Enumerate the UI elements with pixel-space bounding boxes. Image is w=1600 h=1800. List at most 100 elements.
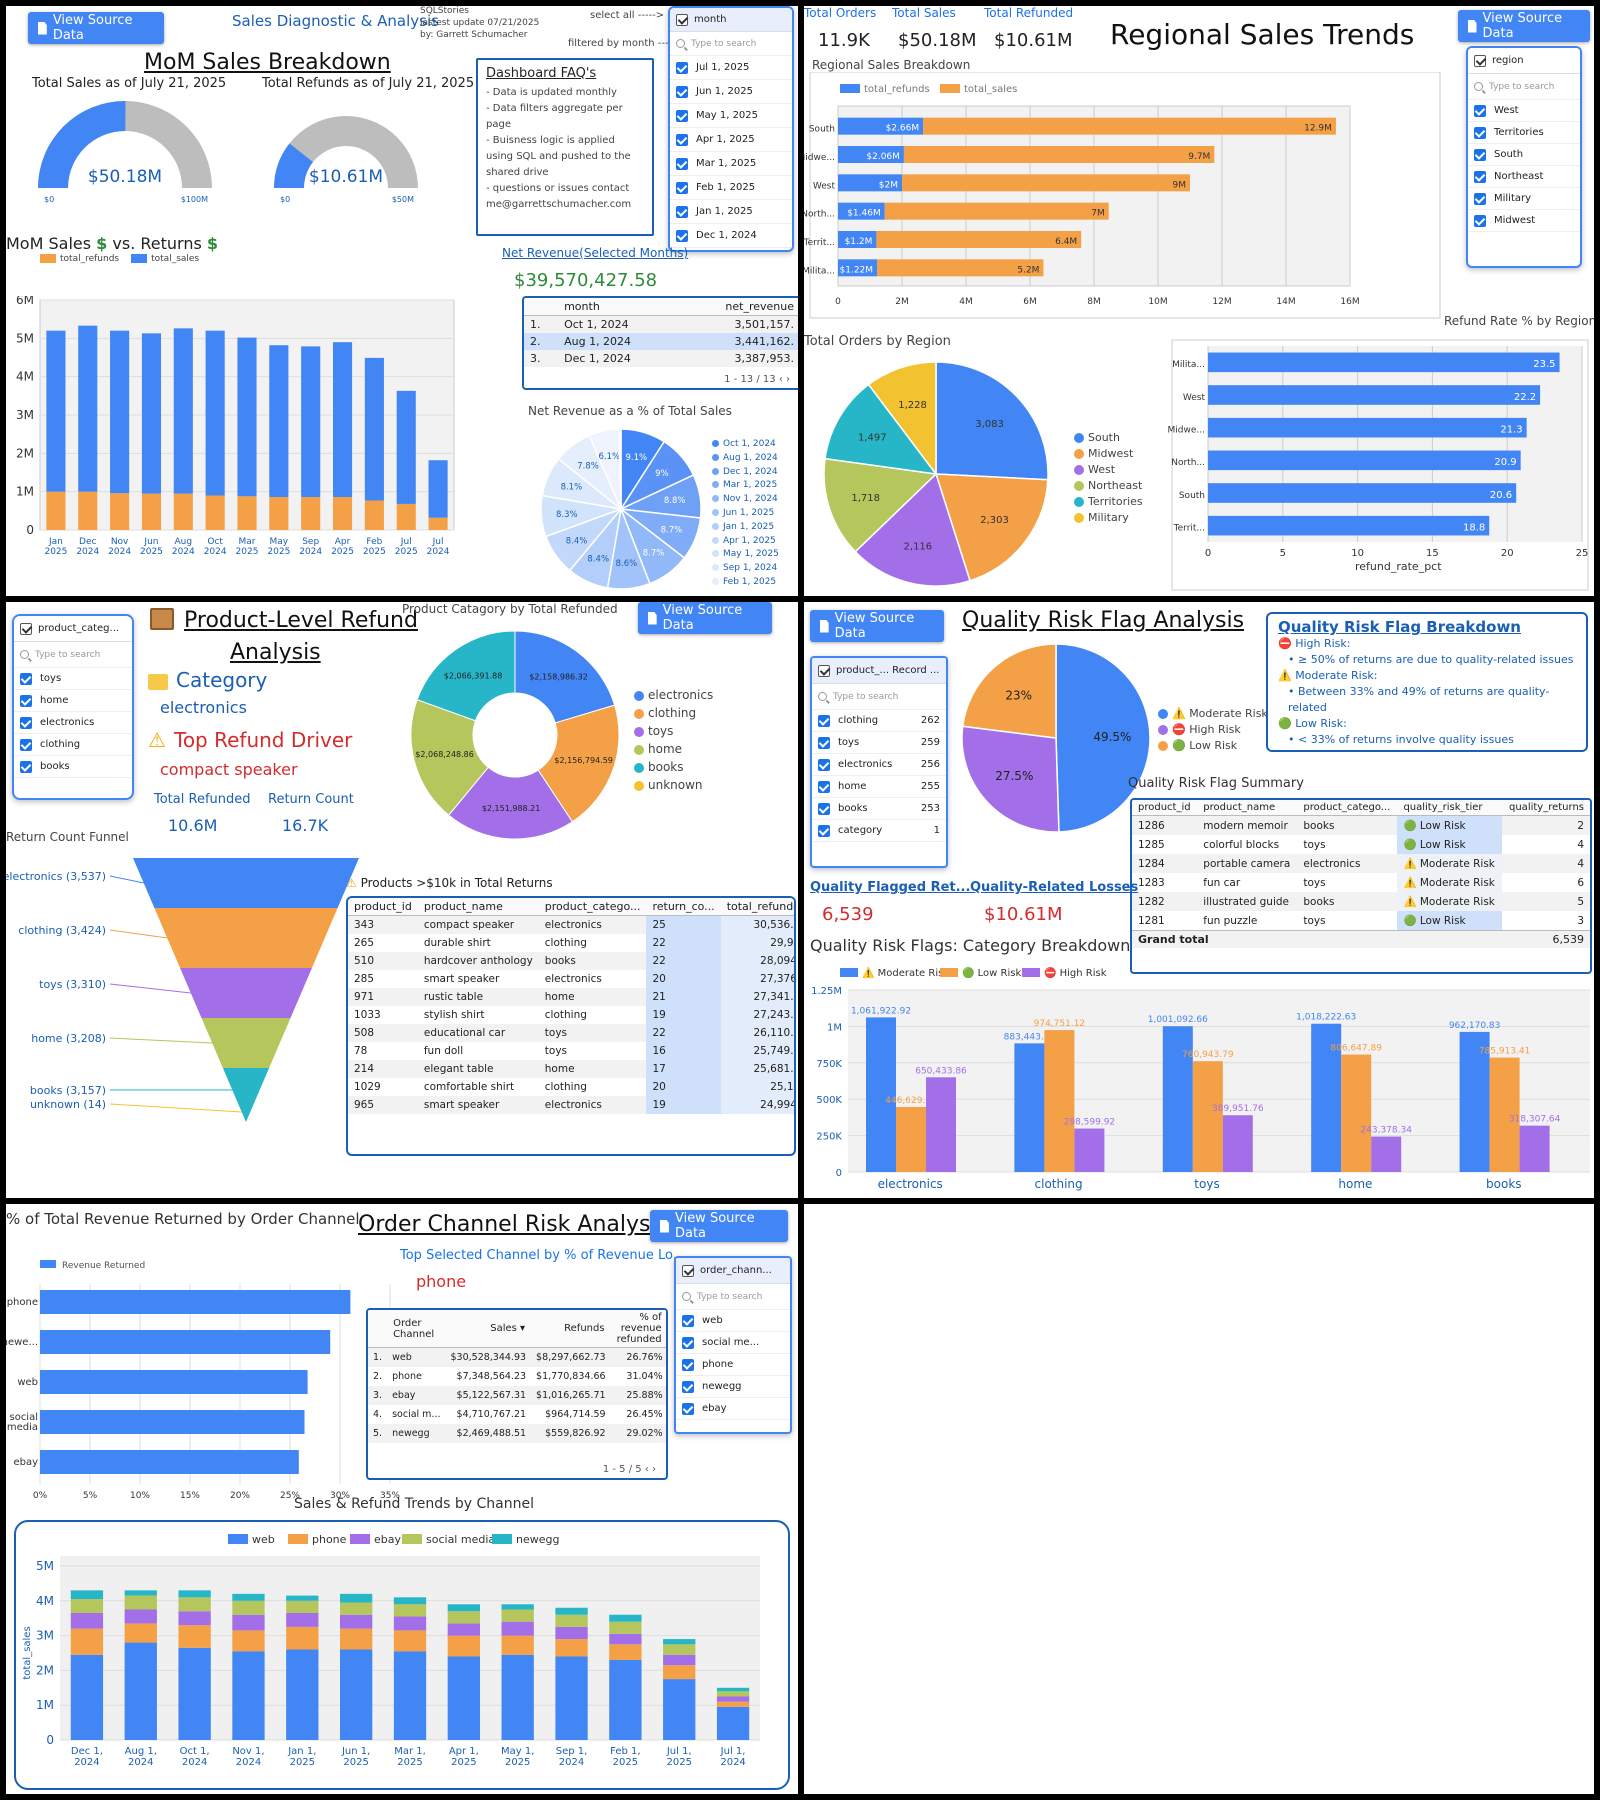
checkbox[interactable] [682, 1380, 694, 1393]
table-row[interactable]: 1. Oct 1, 2024 3,501,157. [524, 315, 798, 333]
checkbox[interactable] [676, 205, 688, 218]
table-row[interactable]: 285 smart speaker electronics 2027,376.1 [348, 970, 794, 988]
table-row[interactable]: 265 durable shirt clothing 2229,997 [348, 934, 794, 952]
select-all-checkbox[interactable] [682, 1264, 694, 1277]
checkbox[interactable] [1474, 126, 1486, 139]
checkbox[interactable] [818, 736, 830, 749]
table-row[interactable]: 4. social m... $4,710,767.21 $964,714.59 26.… [368, 1405, 666, 1424]
checkbox[interactable] [1474, 148, 1486, 161]
view-source-button[interactable]: View Source Data [28, 12, 164, 44]
column-header[interactable]: product_id [348, 898, 418, 916]
view-source-button[interactable]: View Source Data [650, 1210, 788, 1242]
table-row[interactable]: 1283 fun car toys ⚠️ Moderate Risk 6 [1132, 873, 1590, 892]
channel-filter-search[interactable]: Type to search [676, 1284, 790, 1310]
category-filter[interactable]: product_categ... Type to search toys home… [12, 614, 134, 800]
checkbox[interactable] [818, 714, 830, 727]
channel-filter-header[interactable]: order_chann... [676, 1258, 790, 1284]
table-row[interactable]: 3. Dec 1, 2024 3,387,953. [524, 350, 798, 367]
table-row[interactable]: 1033 stylish shirt clothing 1927,243.72 [348, 1006, 794, 1024]
filter-item[interactable]: Jul 1, 2025 [670, 56, 792, 80]
filter-item[interactable]: Territories [1468, 122, 1580, 144]
table-row[interactable]: 1. web $30,528,344.93 $8,297,662.73 26.76% [368, 1347, 666, 1367]
table-row[interactable]: 78 fun doll toys 1625,749.88 [348, 1042, 794, 1060]
checkbox[interactable] [818, 802, 830, 815]
column-header[interactable]: % of revenue refunded [610, 1310, 666, 1348]
checkbox[interactable] [676, 85, 688, 98]
filter-item[interactable]: Dec 1, 2024 [670, 224, 792, 248]
column-header[interactable]: Refunds [531, 1310, 611, 1348]
checkbox[interactable] [676, 61, 688, 74]
table-row[interactable]: 2. phone $7,348,564.23 $1,770,834.66 31.04% [368, 1367, 666, 1386]
checkbox[interactable] [1474, 170, 1486, 183]
col-month[interactable]: month [558, 298, 678, 316]
next-page-icon[interactable]: › [652, 1464, 656, 1475]
checkbox[interactable] [1474, 192, 1486, 205]
filter-item[interactable]: newegg [676, 1376, 790, 1398]
checkbox[interactable] [20, 716, 32, 729]
region-filter-header[interactable]: region [1468, 48, 1580, 74]
month-filter[interactable]: month Type to search Jul 1, 2025 Jun 1, 2… [668, 6, 794, 252]
column-header[interactable]: product_catego... [1297, 800, 1398, 816]
channel-filter[interactable]: order_chann... Type to search web social … [674, 1256, 792, 1434]
filter-item[interactable]: category 1 [812, 820, 946, 842]
col-net-revenue[interactable]: net_revenue [677, 298, 798, 316]
table-row[interactable]: 2. Aug 1, 2024 3,441,162. [524, 333, 798, 350]
column-header[interactable]: product_name [417, 898, 539, 916]
select-all-checkbox[interactable] [818, 664, 830, 677]
next-page-icon[interactable]: › [786, 374, 790, 385]
filter-item[interactable]: electronics 256 [812, 754, 946, 776]
column-header[interactable]: product_catego... [538, 898, 647, 916]
view-source-button[interactable]: View Source Data [810, 610, 944, 642]
checkbox[interactable] [20, 738, 32, 751]
category-filter-header[interactable]: product_categ... [14, 616, 132, 642]
checkbox[interactable] [676, 109, 688, 122]
column-header[interactable]: quality_risk_tier [1397, 800, 1503, 816]
prev-page-icon[interactable]: ‹ [779, 374, 783, 385]
checkbox[interactable] [20, 760, 32, 773]
table-row[interactable]: 1281 fun puzzle toys 🟢 Low Risk 3 [1132, 911, 1590, 931]
table-row[interactable]: 971rustic tablehome2127,341.78 [348, 988, 794, 1006]
checkbox[interactable] [1474, 214, 1486, 227]
filter-item[interactable]: Midwest [1468, 210, 1580, 232]
column-header[interactable]: total_refunded [720, 898, 794, 916]
filter-item[interactable]: West [1468, 100, 1580, 122]
region-filter[interactable]: region Type to search West Territories Sou… [1466, 46, 1582, 268]
filter-item[interactable]: home [14, 690, 132, 712]
table-row[interactable]: 5. newegg $2,469,488.51 $559,826.92 29.02% [368, 1424, 666, 1443]
checkbox[interactable] [20, 672, 32, 685]
checkbox[interactable] [682, 1402, 694, 1415]
checkbox[interactable] [676, 133, 688, 146]
filter-item[interactable]: toys [14, 668, 132, 690]
table-row[interactable]: 1285 colorful blocks toys 🟢 Low Risk 4 [1132, 835, 1590, 854]
filter-item[interactable]: phone [676, 1354, 790, 1376]
table-row[interactable]: 965smart speakerelectronics1924,994.8 [348, 1096, 794, 1114]
category-filter-search[interactable]: Type to search [14, 642, 132, 668]
table-row[interactable]: 214elegant tablehome1725,681.76 [348, 1060, 794, 1078]
filter-item[interactable]: books 253 [812, 798, 946, 820]
filter-item[interactable]: Apr 1, 2025 [670, 128, 792, 152]
checkbox[interactable] [682, 1358, 694, 1371]
table-row[interactable]: 1284 portable camera electronics ⚠️ Moderat… [1132, 854, 1590, 873]
prev-page-icon[interactable]: ‹ [645, 1464, 649, 1475]
table-row[interactable]: 343compact speakerelectronics2530,536.59 [348, 915, 794, 934]
filter-item[interactable]: Military [1468, 188, 1580, 210]
product-filter[interactable]: product_... Record ... Type to search cl… [810, 656, 948, 868]
checkbox[interactable] [676, 229, 688, 242]
filter-item[interactable]: Jan 1, 2025 [670, 200, 792, 224]
filter-item[interactable]: electronics [14, 712, 132, 734]
column-header[interactable]: product_name [1197, 800, 1298, 816]
checkbox[interactable] [1474, 104, 1486, 117]
select-all-checkbox[interactable] [1474, 54, 1486, 67]
filter-item[interactable]: May 1, 2025 [670, 104, 792, 128]
table-row[interactable]: 3. ebay $5,122,567.31 $1,016,265.71 25.88% [368, 1386, 666, 1405]
checkbox[interactable] [676, 157, 688, 170]
checkbox[interactable] [818, 758, 830, 771]
checkbox[interactable] [682, 1314, 694, 1327]
filter-item[interactable]: South [1468, 144, 1580, 166]
month-filter-search[interactable]: Type to search [670, 32, 792, 56]
column-header[interactable]: quality_returns [1502, 800, 1590, 816]
filter-item[interactable]: web [676, 1310, 790, 1332]
checkbox[interactable] [682, 1336, 694, 1349]
table-row[interactable]: 1282 illustrated guide books ⚠️ Moderate Ri… [1132, 892, 1590, 911]
filter-item[interactable]: clothing 262 [812, 710, 946, 732]
